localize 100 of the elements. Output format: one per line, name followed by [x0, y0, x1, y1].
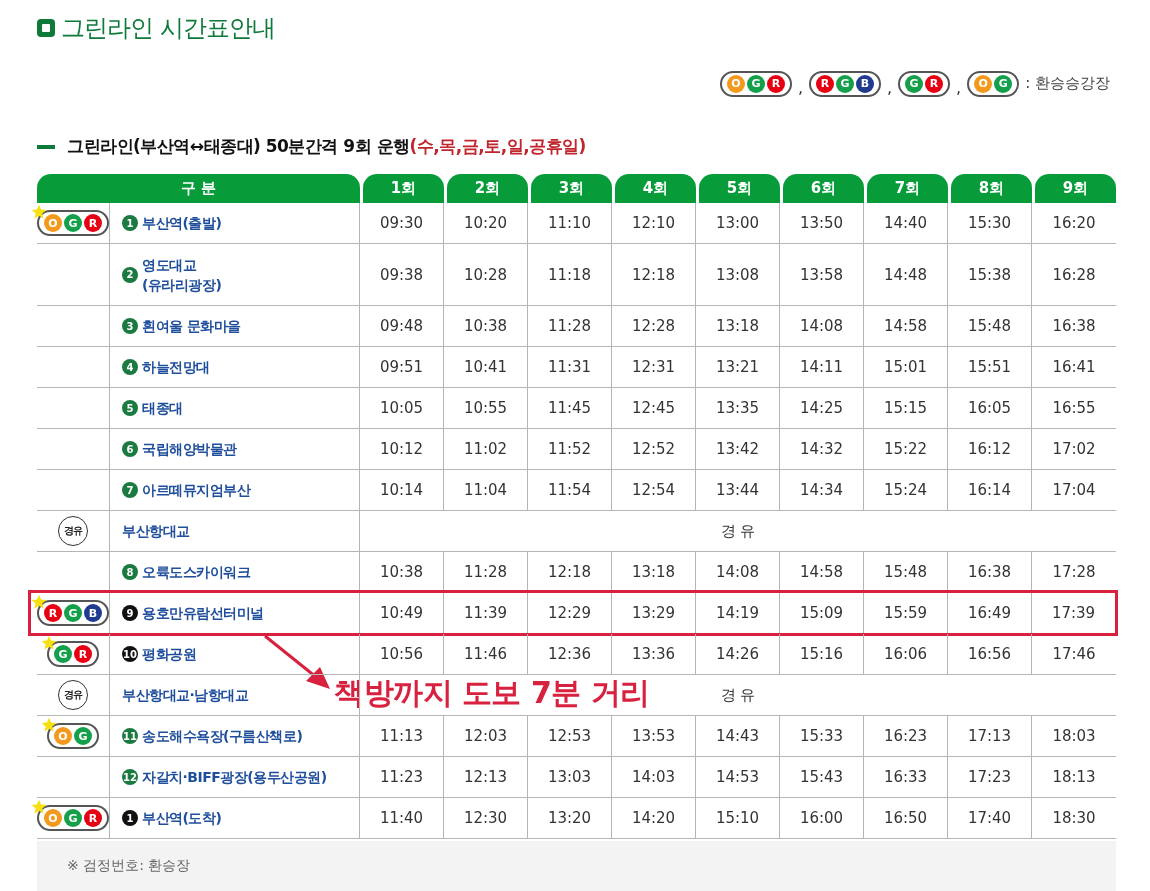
time-cell: 14:34 [780, 470, 864, 510]
stop-name: 부산역(출발) [142, 214, 222, 233]
time-cell: 13:00 [696, 203, 780, 243]
time-cell: 15:30 [948, 203, 1032, 243]
time-cell: 10:38 [444, 306, 528, 346]
line-dot: R [74, 645, 92, 663]
stop-name: 자갈치·BIFF광장(용두산공원) [142, 768, 327, 787]
line-dot: G [905, 74, 924, 93]
time-cell: 11:31 [528, 347, 612, 387]
time-cell: 11:39 [444, 593, 528, 633]
column-header: 2회 [447, 174, 528, 203]
section-title: 그린라인(부산역↔태종대) 50분간격 9회 운행 [67, 135, 410, 158]
line-dot: R [84, 809, 102, 827]
time-cell: 11:28 [528, 306, 612, 346]
via-label: 경 유 [720, 685, 756, 705]
line-dot: G [994, 74, 1013, 93]
time-cell: 10:41 [444, 347, 528, 387]
column-header: 8회 [951, 174, 1032, 203]
via-label: 경 유 [720, 521, 756, 541]
operating-days: (수,목,금,토,일,공휴일) [409, 135, 586, 158]
time-cell-text: 16:41 [1051, 357, 1097, 378]
legend-label: : 환승승강장 [1025, 74, 1110, 93]
time-cell: 12:10 [612, 203, 696, 243]
line-dot: G [64, 604, 82, 622]
time-cell: 13:18 [696, 306, 780, 346]
time-cell: 11:10 [528, 203, 612, 243]
time-cell: 12:18 [612, 244, 696, 305]
stop-name: 하늘전망대 [142, 358, 210, 377]
time-cell: 14:48 [864, 244, 948, 305]
time-cell: 11:54 [528, 470, 612, 510]
time-cell: 15:16 [780, 634, 864, 674]
time-cell-text: 16:55 [1051, 398, 1097, 419]
time-cell: 14:08 [780, 306, 864, 346]
time-cell: 10:14 [360, 470, 444, 510]
time-cell: 17:39 [1032, 593, 1116, 633]
time-cell: 15:01 [864, 347, 948, 387]
time-cell: 16:05 [948, 388, 1032, 428]
stop-number: 2 [122, 266, 138, 283]
separator: , [797, 78, 803, 97]
time-cell: 14:08 [696, 552, 780, 592]
time-cell: 12:29 [528, 593, 612, 633]
time-cell: 11:13 [360, 716, 444, 756]
stop-number: 10 [122, 646, 138, 662]
line-dot: R [84, 214, 102, 232]
time-cell: 13:08 [696, 244, 780, 305]
annotation-text: 책방까지 도보 7분 거리 [334, 674, 650, 712]
time-cell: 09:30 [360, 203, 444, 243]
time-cell: 11:52 [528, 429, 612, 469]
line-dot: O [44, 214, 62, 232]
time-cell: 13:42 [696, 429, 780, 469]
line-dot: R [44, 604, 62, 622]
time-cell: 13:29 [612, 593, 696, 633]
time-cell: 09:38 [360, 244, 444, 305]
page-title: 그린라인 시간표안내 [61, 13, 275, 44]
time-cell-text: 18:03 [1051, 726, 1097, 747]
time-cell: 15:38 [948, 244, 1032, 305]
time-cell: 14:11 [780, 347, 864, 387]
time-cell: 11:18 [528, 244, 612, 305]
time-cell: 12:53 [528, 716, 612, 756]
stop-number: 8 [122, 564, 138, 580]
time-cell-text: 17:04 [1051, 480, 1097, 501]
column-header: 구 분 [37, 174, 360, 203]
separator: , [956, 78, 962, 97]
time-cell: 16:49 [948, 593, 1032, 633]
stop-name: 영도대교 (유라리광장) [142, 255, 222, 295]
time-cell: 15:10 [696, 798, 780, 838]
time-cell: 10:05 [360, 388, 444, 428]
time-cell: 13:20 [528, 798, 612, 838]
time-cell: 15:09 [780, 593, 864, 633]
column-header: 5회 [699, 174, 780, 203]
time-cell: 13:53 [612, 716, 696, 756]
line-dot: B [856, 74, 874, 93]
time-cell: 12:30 [444, 798, 528, 838]
stop-name: 부산항대교 [122, 522, 190, 541]
stop-number: 12 [122, 769, 138, 785]
time-cell: 16:33 [864, 757, 948, 797]
time-cell: 13:35 [696, 388, 780, 428]
time-cell: 10:56 [360, 634, 444, 674]
stop-number: 11 [122, 728, 138, 744]
time-cell: 11:04 [444, 470, 528, 510]
time-cell: 10:20 [444, 203, 528, 243]
line-dot: G [746, 74, 765, 93]
time-cell: 14:43 [696, 716, 780, 756]
time-cell: 13:44 [696, 470, 780, 510]
stop-name: 부산역(도착) [142, 809, 222, 828]
line-dot: R [925, 74, 944, 93]
time-cell: 15:48 [948, 306, 1032, 346]
line-dot: G [64, 809, 82, 827]
time-cell: 10:28 [444, 244, 528, 305]
square-bullet-icon [37, 19, 55, 37]
stop-name: 아르떼뮤지엄부산 [142, 481, 250, 500]
separator: , [887, 78, 893, 97]
stop-number: 7 [122, 482, 138, 498]
time-cell: 16:14 [948, 470, 1032, 510]
stop-name: 국립해양박물관 [142, 440, 237, 459]
line-dot: G [54, 645, 72, 663]
time-cell: 16:00 [780, 798, 864, 838]
line-dot: O [974, 74, 993, 93]
stop-name: 오륙도스카이워크 [142, 563, 250, 582]
time-cell: 11:46 [444, 634, 528, 674]
